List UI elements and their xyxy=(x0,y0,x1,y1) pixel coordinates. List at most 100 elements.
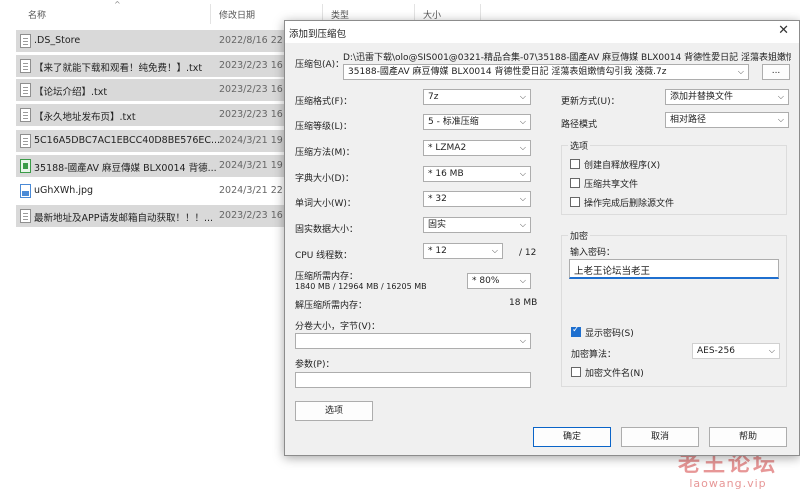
method-select[interactable]: * LZMA2 ⌵ xyxy=(423,140,531,156)
dialog-title: 添加到压缩包 xyxy=(289,29,347,40)
file-date: 2023/2/23 16:3 xyxy=(219,109,293,120)
doc-icon xyxy=(20,209,31,223)
enc-method-select[interactable]: AES-256 ⌵ xyxy=(692,343,780,359)
dict-label: 字典大小(D)： xyxy=(295,174,354,184)
chevron-down-icon: ⌵ xyxy=(519,92,526,101)
file-name: .DS_Store xyxy=(34,35,81,46)
dict-value: * 16 MB xyxy=(428,169,464,179)
word-value: * 32 xyxy=(428,194,447,204)
file-date: 2023/2/23 16:3 xyxy=(219,210,293,221)
level-value: 5 - 标准压缩 xyxy=(428,117,479,127)
chevron-down-icon: ⌵ xyxy=(519,143,526,152)
shared-checkbox[interactable] xyxy=(570,178,580,188)
options-group: 选项 创建自释放程序(X) 压缩共享文件 操作完成后删除源文件 xyxy=(561,139,787,215)
doc-icon xyxy=(20,34,31,48)
update-select[interactable]: 添加并替换文件 ⌵ xyxy=(665,89,789,105)
watermark-url: laowang.vip xyxy=(689,477,767,490)
chevron-down-icon: ⌵ xyxy=(519,220,526,229)
shared-label: 压缩共享文件 xyxy=(584,180,639,190)
method-value: * LZMA2 xyxy=(428,143,467,153)
column-date[interactable]: 修改日期 xyxy=(219,8,255,21)
file-date: 2024/3/21 19:3 xyxy=(219,135,293,146)
chevron-down-icon: ⌵ xyxy=(491,246,498,255)
format-select[interactable]: 7z ⌵ xyxy=(423,89,531,105)
options-button[interactable]: 选项 xyxy=(295,401,373,421)
solid-select[interactable]: 固实 ⌵ xyxy=(423,217,531,233)
file-date: 2023/2/23 16:3 xyxy=(219,84,293,95)
format-label: 压缩格式(F)： xyxy=(295,97,353,107)
chevron-down-icon: ⌵ xyxy=(777,115,784,124)
cpu-select[interactable]: * 12 ⌵ xyxy=(423,243,503,259)
mem-comp-value: 1840 MB / 12964 MB / 16205 MB xyxy=(295,282,427,291)
solid-value: 固实 xyxy=(428,220,447,230)
chevron-down-icon: ⌵ xyxy=(777,92,784,101)
watermark: 老王论坛 laowang.vip xyxy=(677,452,778,491)
video-icon xyxy=(20,159,31,173)
cpu-total: / 12 xyxy=(519,248,537,258)
ok-button[interactable]: 确定 xyxy=(533,427,611,447)
mem-percent-select[interactable]: * 80% ⌵ xyxy=(467,273,531,289)
show-password-checkbox[interactable] xyxy=(571,325,581,337)
doc-icon xyxy=(20,108,31,122)
help-button[interactable]: 帮助 xyxy=(709,427,787,447)
sfx-checkbox[interactable] xyxy=(570,159,580,169)
chevron-down-icon: ⌵ xyxy=(768,346,775,355)
watermark-title: 老王论坛 xyxy=(677,452,778,477)
mem-comp-label: 压缩所需内存： xyxy=(295,272,359,282)
file-date: 2024/3/21 22:3 xyxy=(219,185,293,196)
doc-icon xyxy=(20,59,31,73)
split-label: 分卷大小，字节(V)： xyxy=(295,322,381,332)
column-name[interactable]: 名称 xyxy=(28,8,46,21)
archive-label: 压缩包(A)： xyxy=(295,60,345,70)
browse-button[interactable]: ... xyxy=(762,64,790,80)
encryption-group-title: 加密 xyxy=(568,229,591,242)
update-label: 更新方式(U)： xyxy=(561,97,620,107)
word-label: 单词大小(W)： xyxy=(295,199,356,209)
file-name: 35188-國產AV 麻豆傳媒 BLX0014 背德... xyxy=(34,163,217,174)
pathmode-select[interactable]: 相对路径 ⌵ xyxy=(665,112,789,128)
encrypt-names-label: 加密文件名(N) xyxy=(585,369,644,379)
sfx-label: 创建自释放程序(X) xyxy=(584,161,661,171)
format-value: 7z xyxy=(428,92,439,102)
encrypt-names-checkbox[interactable] xyxy=(571,367,581,377)
chevron-down-icon: ⌵ xyxy=(519,276,526,285)
split-select[interactable]: ⌵ xyxy=(295,333,531,349)
cancel-button[interactable]: 取消 xyxy=(621,427,699,447)
cpu-label: CPU 线程数： xyxy=(295,251,353,261)
file-date: 2024/3/21 19:3 xyxy=(219,160,293,171)
password-value: 上老王论坛当老王 xyxy=(574,266,651,277)
dict-select[interactable]: * 16 MB ⌵ xyxy=(423,166,531,182)
chevron-down-icon: ⌵ xyxy=(737,67,744,76)
params-input[interactable] xyxy=(295,372,531,388)
file-name: 【永久地址发布页】.txt xyxy=(34,112,136,123)
delete-source-checkbox[interactable] xyxy=(570,197,580,207)
method-label: 压缩方法(M)： xyxy=(295,148,355,158)
chevron-down-icon: ⌵ xyxy=(519,194,526,203)
level-select[interactable]: 5 - 标准压缩 ⌵ xyxy=(423,114,531,130)
password-label: 输入密码： xyxy=(570,248,616,258)
file-name: uGhXWh.jpg xyxy=(34,185,94,196)
delete-source-label: 操作完成后删除源文件 xyxy=(584,199,675,209)
file-name: 【来了就能下载和观看！纯免费！】.txt xyxy=(34,63,203,74)
doc-icon xyxy=(20,134,31,148)
chevron-down-icon: ⌵ xyxy=(519,169,526,178)
archive-name-combo[interactable]: 35188-國產AV 麻豆傳媒 BLX0014 背德性愛日記 淫蕩表姐嫩情勾引我… xyxy=(343,64,749,80)
file-date: 2023/2/23 16:3 xyxy=(219,60,293,71)
file-name: 最新地址及APP请发邮箱自动获取！！！... xyxy=(34,213,214,224)
archive-name-value: 35188-國產AV 麻豆傳媒 BLX0014 背德性愛日記 淫蕩表姐嫩情勾引我… xyxy=(348,67,667,77)
pathmode-value: 相对路径 xyxy=(670,115,707,125)
file-name: 5C16A5DBC7AC1EBCC40D8BE576EC... xyxy=(34,135,221,146)
password-input[interactable]: 上老王论坛当老王 xyxy=(569,259,779,279)
word-select[interactable]: * 32 ⌵ xyxy=(423,191,531,207)
file-date: 2022/8/16 22:0 xyxy=(219,35,293,46)
options-group-title: 选项 xyxy=(568,139,591,152)
file-name: 【论坛介绍】.txt xyxy=(34,87,108,98)
chevron-down-icon: ⌵ xyxy=(519,117,526,126)
mem-decomp-label: 解压缩所需内存： xyxy=(295,301,368,311)
dialog-titlebar: 添加到压缩包 ✕ xyxy=(285,21,799,43)
close-icon[interactable]: ✕ xyxy=(778,23,789,38)
update-value: 添加并替换文件 xyxy=(670,92,734,102)
doc-icon xyxy=(20,83,31,97)
solid-label: 固实数据大小： xyxy=(295,225,359,235)
mem-decomp-value: 18 MB xyxy=(509,298,538,308)
